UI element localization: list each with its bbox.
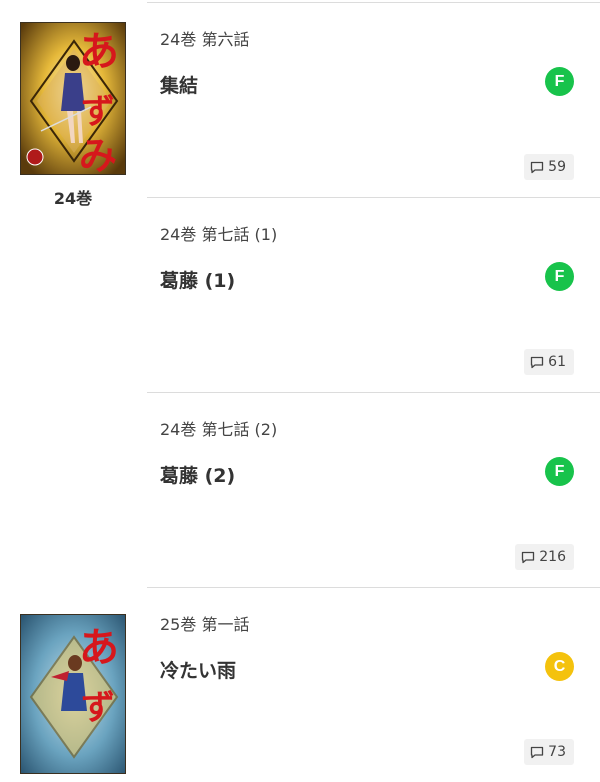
comment-count: 61 bbox=[548, 354, 566, 370]
svg-text:ず: ず bbox=[81, 92, 115, 132]
speech-bubble-icon bbox=[531, 356, 544, 368]
episode-title: 集結 bbox=[160, 75, 199, 97]
episode-subtitle: 24巻 第七話 (1) bbox=[160, 225, 278, 244]
episode-subtitle: 25巻 第一話 bbox=[160, 615, 250, 634]
svg-text:み: み bbox=[79, 133, 117, 175]
episode-row[interactable]: 25巻 第一話 冷たい雨 C 73 bbox=[147, 587, 600, 782]
episode-subtitle: 24巻 第六話 bbox=[160, 30, 250, 49]
volume-cover-25[interactable]: あ ず bbox=[20, 614, 126, 774]
free-badge: F bbox=[545, 67, 574, 96]
free-badge: F bbox=[545, 457, 574, 486]
comment-count-button[interactable]: 59 bbox=[524, 154, 574, 180]
cover-art: あ ず み bbox=[21, 23, 125, 175]
volume-label-24: 24巻 bbox=[53, 189, 93, 208]
speech-bubble-icon bbox=[522, 551, 535, 563]
episode-title: 葛藤 (1) bbox=[160, 270, 236, 292]
comment-count-button[interactable]: 61 bbox=[524, 349, 574, 375]
comment-count-button[interactable]: 73 bbox=[524, 739, 574, 765]
volume-cover-24[interactable]: あ ず み bbox=[20, 22, 126, 175]
comment-count: 59 bbox=[548, 159, 566, 175]
svg-text:あ: あ bbox=[79, 28, 119, 75]
svg-text:あ: あ bbox=[79, 624, 119, 671]
svg-text:ず: ず bbox=[81, 688, 115, 728]
coin-badge: C bbox=[545, 652, 574, 681]
comment-count: 216 bbox=[539, 549, 566, 565]
episode-row[interactable]: 24巻 第七話 (1) 葛藤 (1) F 61 bbox=[147, 197, 600, 392]
cover-art: あ ず bbox=[21, 615, 125, 773]
free-badge: F bbox=[545, 262, 574, 291]
episode-subtitle: 24巻 第七話 (2) bbox=[160, 420, 278, 439]
episode-row[interactable]: 24巻 第七話 (2) 葛藤 (2) F 216 bbox=[147, 392, 600, 587]
speech-bubble-icon bbox=[531, 161, 544, 173]
comment-count: 73 bbox=[548, 744, 566, 760]
comment-count-button[interactable]: 216 bbox=[515, 544, 574, 570]
speech-bubble-icon bbox=[531, 746, 544, 758]
episode-row[interactable]: 24巻 第六話 集結 F 59 bbox=[147, 2, 600, 197]
episode-title: 葛藤 (2) bbox=[160, 465, 236, 487]
episode-title: 冷たい雨 bbox=[160, 660, 237, 682]
